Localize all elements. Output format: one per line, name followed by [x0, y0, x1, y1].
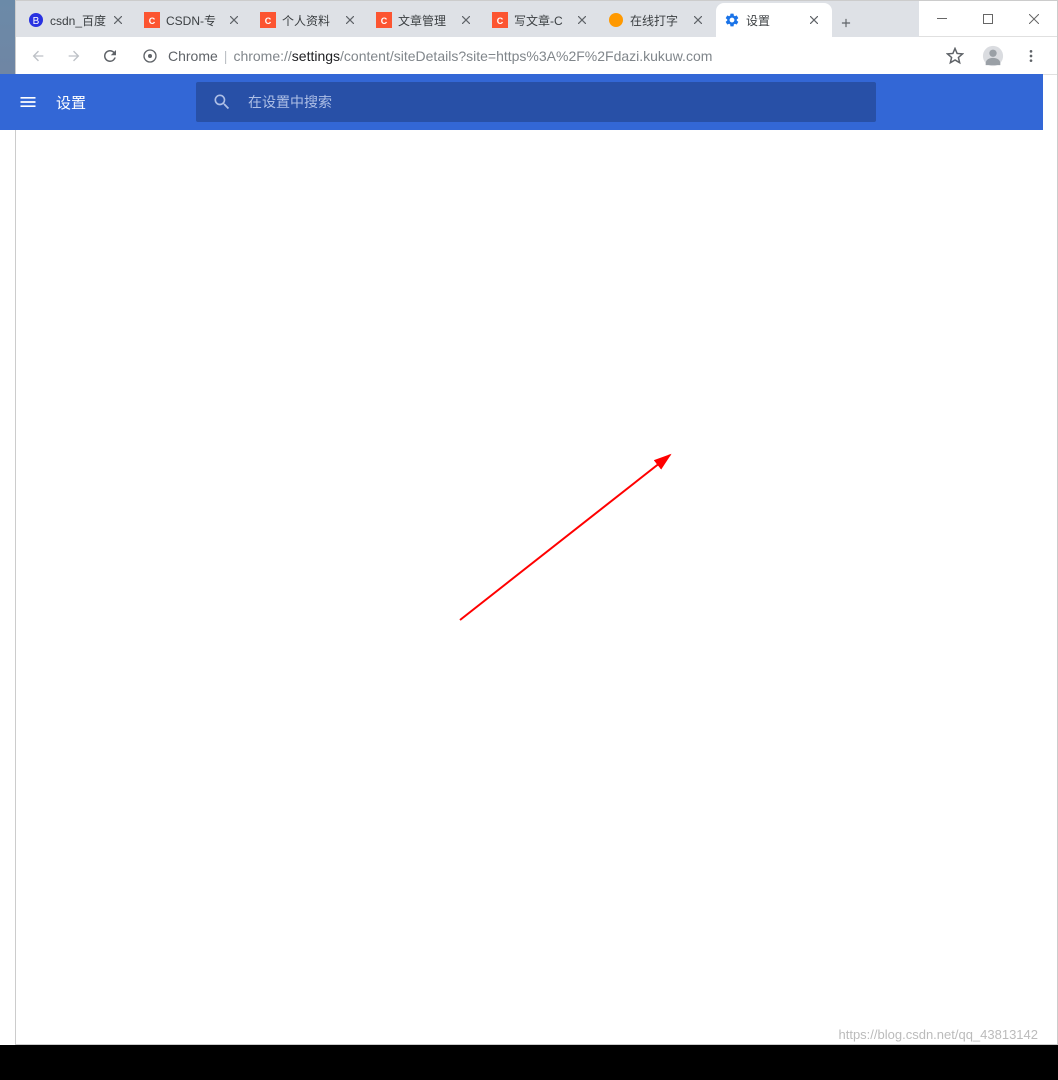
svg-text:C: C: [497, 16, 504, 26]
svg-text:B: B: [33, 16, 40, 27]
svg-text:C: C: [265, 16, 272, 26]
forward-button[interactable]: [60, 42, 88, 70]
address-bar[interactable]: Chrome | chrome://settings/content/siteD…: [132, 42, 933, 70]
tab-favicon: [608, 12, 624, 28]
settings-header: 设置: [0, 74, 1043, 130]
tab-favicon: B: [28, 12, 44, 28]
tab-close-icon[interactable]: [810, 13, 824, 27]
bottom-bar: [0, 1045, 1058, 1080]
maximize-button[interactable]: [965, 4, 1011, 34]
tab-title: CSDN-专: [166, 12, 226, 29]
tabs-bar: Bcsdn_百度 C CSDN-专 C 个人资料 C 文章管理 C 写文章-C 在线打字 设置: [16, 1, 919, 37]
tab-title: 写文章-C: [514, 12, 574, 29]
tab-close-icon[interactable]: [694, 13, 708, 27]
tab-title: 个人资料: [282, 12, 342, 29]
url-app-label: Chrome: [168, 48, 218, 64]
reload-button[interactable]: [96, 42, 124, 70]
tab-close-icon[interactable]: [230, 13, 244, 27]
search-icon: [212, 92, 232, 112]
minimize-button[interactable]: [919, 4, 965, 34]
tab-5[interactable]: 在线打字: [600, 3, 716, 37]
tab-favicon: C: [144, 12, 160, 28]
tab-title: 在线打字: [630, 12, 690, 29]
browser-toolbar: Chrome | chrome://settings/content/siteD…: [16, 37, 1057, 75]
tab-favicon: C: [492, 12, 508, 28]
browser-window: Bcsdn_百度CCSDN-专C个人资料C文章管理C写文章-C在线打字设置 Ch…: [15, 0, 1058, 1045]
watermark: https://blog.csdn.net/qq_43813142: [839, 1027, 1039, 1042]
tab-favicon: C: [376, 12, 392, 28]
settings-search[interactable]: [196, 82, 876, 122]
tab-0[interactable]: Bcsdn_百度: [20, 3, 136, 37]
tab-3[interactable]: C 文章管理: [368, 3, 484, 37]
tab-title: 设置: [746, 12, 806, 29]
tab-close-icon[interactable]: [462, 13, 476, 27]
hamburger-menu[interactable]: [0, 92, 56, 112]
search-input[interactable]: [248, 94, 860, 110]
tab-favicon: C: [260, 12, 276, 28]
tab-1[interactable]: C CSDN-专: [136, 3, 252, 37]
bookmark-button[interactable]: [941, 42, 969, 70]
url-text: chrome://settings/content/siteDetails?si…: [233, 48, 712, 64]
settings-title: 设置: [56, 92, 86, 113]
tab-close-icon[interactable]: [578, 13, 592, 27]
tab-title: 文章管理: [398, 12, 458, 29]
svg-text:C: C: [149, 16, 156, 26]
close-button[interactable]: [1011, 4, 1057, 34]
tab-4[interactable]: C 写文章-C: [484, 3, 600, 37]
tab-title: csdn_百度: [50, 12, 110, 29]
tab-6[interactable]: 设置: [716, 3, 832, 37]
tab-favicon: [724, 12, 740, 28]
tab-close-icon[interactable]: [114, 13, 128, 27]
back-button[interactable]: [24, 42, 52, 70]
tab-2[interactable]: C 个人资料: [252, 3, 368, 37]
new-tab-button[interactable]: [832, 9, 860, 37]
profile-button[interactable]: [979, 42, 1007, 70]
tab-close-icon[interactable]: [346, 13, 360, 27]
svg-text:C: C: [381, 16, 388, 26]
menu-button[interactable]: [1017, 42, 1045, 70]
